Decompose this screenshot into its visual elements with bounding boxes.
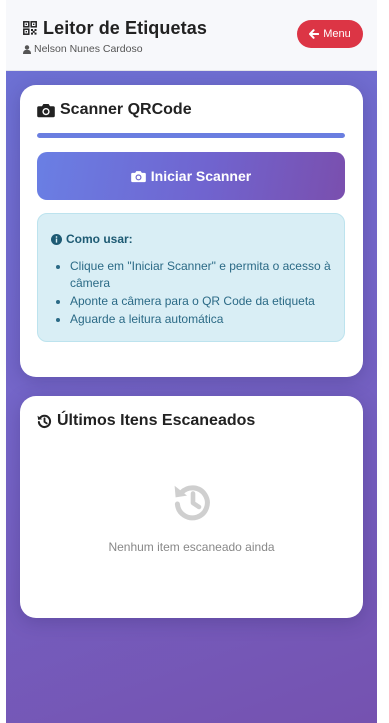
info-circle-icon [51,233,62,245]
user-name: Nelson Nunes Cardoso [34,43,143,55]
history-icon [171,482,213,522]
recent-items-card: Últimos Itens Escaneados Nenhum item esc… [20,396,363,618]
title-row: Leitor de Etiquetas [23,18,207,39]
scanner-card-title: Scanner QRCode [37,101,192,119]
user-info: Nelson Nunes Cardoso [23,43,143,55]
start-scanner-button[interactable]: Iniciar Scanner [37,152,345,200]
page: Leitor de Etiquetas Nelson Nunes Cardoso… [0,0,389,723]
scanner-card: Scanner QRCode Iniciar Scanner Como usar… [20,85,363,377]
instructions-box: Como usar: Clique em "Iniciar Scanner" e… [37,213,345,342]
page-title: Leitor de Etiquetas [43,18,207,38]
camera-icon [37,103,55,117]
recent-card-title: Últimos Itens Escaneados [37,412,255,430]
scanner-title-text: Scanner QRCode [60,101,192,118]
qrcode-icon [23,20,37,37]
scanner-progress-bar [37,133,345,138]
instructions-heading-text: Como usar: [66,232,133,246]
empty-state-text: Nenhum item escaneado ainda [108,540,275,554]
app-header: Leitor de Etiquetas Nelson Nunes Cardoso… [6,0,377,71]
scanner-progress-fill [37,133,345,138]
instructions-list: Clique em "Iniciar Scanner" e permita o … [70,258,332,329]
menu-button[interactable]: Menu [297,20,363,48]
recent-title-text: Últimos Itens Escaneados [57,412,256,429]
history-icon [37,414,52,428]
arrow-left-icon [309,29,320,39]
instruction-item: Clique em "Iniciar Scanner" e permita o … [70,258,332,292]
instruction-item: Aponte a câmera para o QR Code da etique… [70,293,332,310]
instruction-item: Aguarde a leitura automática [70,311,332,328]
menu-button-label: Menu [323,28,351,40]
instructions-heading: Como usar: [51,232,133,246]
user-icon [23,44,31,54]
start-scanner-label: Iniciar Scanner [150,168,252,184]
camera-icon [130,170,146,182]
